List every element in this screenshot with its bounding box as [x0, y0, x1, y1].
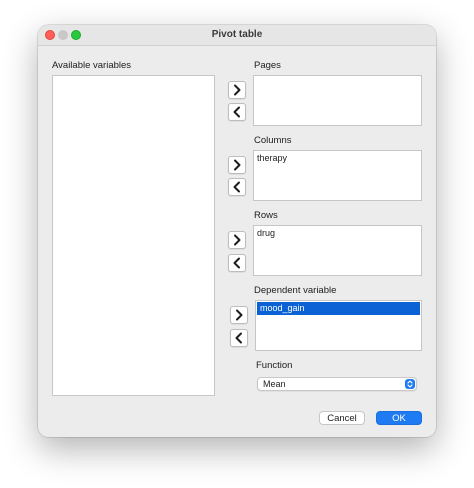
chevron-right-icon	[236, 309, 243, 321]
dependent-variable-label: Dependent variable	[254, 285, 337, 296]
ok-button[interactable]: OK	[376, 411, 422, 425]
add-to-rows-button[interactable]	[228, 231, 246, 249]
list-item[interactable]: drug	[257, 228, 275, 238]
remove-from-rows-button[interactable]	[228, 254, 246, 272]
add-to-columns-button[interactable]	[228, 156, 246, 174]
chevron-left-icon	[235, 332, 242, 344]
window-title: Pivot table	[211, 29, 263, 40]
list-item-selected[interactable]: mood_gain	[257, 302, 420, 315]
up-down-chevron-icon	[405, 379, 415, 389]
list-item[interactable]: therapy	[257, 153, 287, 163]
available-variables-list[interactable]	[52, 75, 215, 396]
columns-label: Columns	[254, 135, 292, 146]
remove-from-dependent-button[interactable]	[230, 329, 248, 347]
chevron-left-icon	[233, 257, 240, 269]
chevron-right-icon	[234, 84, 241, 96]
columns-list[interactable]: therapy	[253, 150, 422, 201]
available-variables-label: Available variables	[52, 60, 132, 71]
function-label: Function	[256, 360, 293, 371]
add-to-pages-button[interactable]	[228, 81, 246, 99]
chevron-left-icon	[233, 106, 240, 118]
pivot-table-window: Pivot table Available variables Pages Co…	[38, 25, 436, 437]
title-bar: Pivot table	[38, 25, 436, 46]
remove-from-pages-button[interactable]	[228, 103, 246, 121]
dependent-variable-list[interactable]: mood_gain	[255, 300, 422, 351]
function-select[interactable]: Mean	[257, 377, 417, 391]
remove-from-columns-button[interactable]	[228, 178, 246, 196]
pages-list[interactable]	[253, 75, 422, 126]
pages-label: Pages	[254, 60, 281, 71]
chevron-left-icon	[233, 181, 240, 193]
rows-label: Rows	[254, 210, 278, 221]
function-value: Mean	[263, 379, 286, 389]
chevron-right-icon	[234, 234, 241, 246]
chevron-right-icon	[234, 159, 241, 171]
cancel-button[interactable]: Cancel	[319, 411, 365, 425]
rows-list[interactable]: drug	[253, 225, 422, 276]
add-to-dependent-button[interactable]	[230, 306, 248, 324]
